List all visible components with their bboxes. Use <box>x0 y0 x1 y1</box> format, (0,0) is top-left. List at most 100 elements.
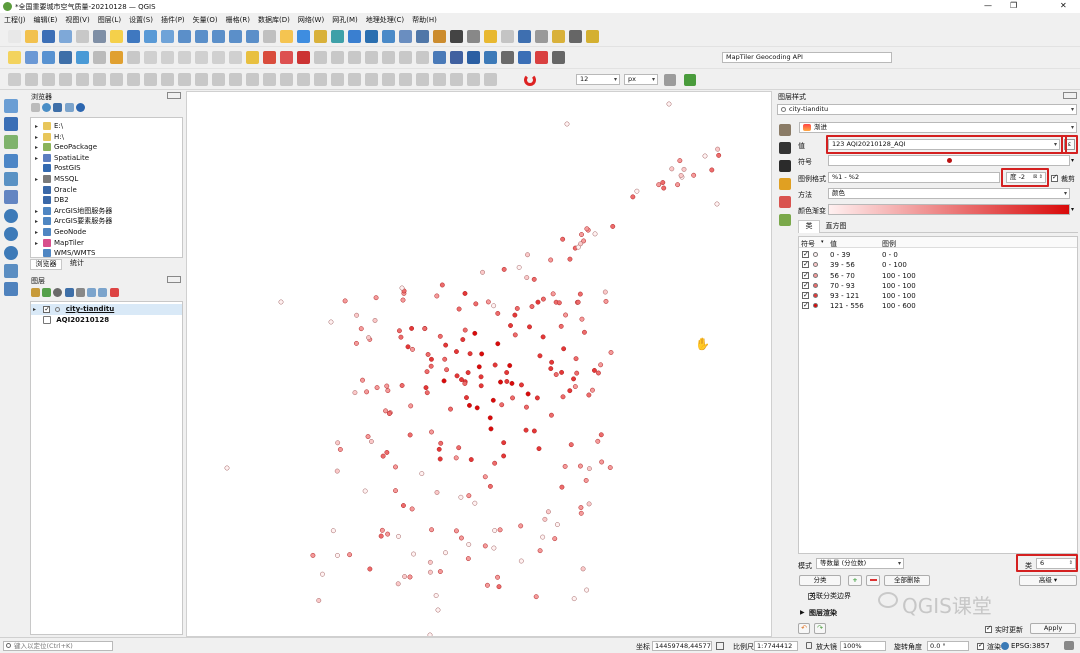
expand-arrow-icon[interactable]: ▸ <box>35 228 43 239</box>
add-arcgis-icon[interactable] <box>4 246 18 260</box>
geocoding-input[interactable]: MapTiler Geocoding API <box>722 52 892 63</box>
tb3-tool-icon[interactable] <box>297 73 310 86</box>
tb2-tool-icon[interactable] <box>8 51 21 64</box>
class-symbol[interactable] <box>813 272 818 278</box>
tb1-tool-icon[interactable] <box>586 30 599 43</box>
class-symbol[interactable] <box>813 303 818 309</box>
tb3-tool-icon[interactable] <box>127 73 140 86</box>
tb3-tool-icon[interactable] <box>382 73 395 86</box>
layer-visibility-checkbox[interactable] <box>43 304 51 314</box>
class-symbol[interactable] <box>813 252 818 257</box>
locator-search[interactable]: 键入以定位(Ctrl+K) <box>3 641 113 651</box>
tb2-tool-icon[interactable] <box>161 51 174 64</box>
browser-item[interactable]: ▸ GeoNode <box>31 227 182 238</box>
browser-item[interactable]: WMS/WMTS <box>31 248 182 259</box>
tb1-tool-icon[interactable] <box>25 30 38 43</box>
crs-label[interactable]: EPSG:3857 <box>1011 642 1050 650</box>
style-manager-icon[interactable] <box>31 288 40 297</box>
add-wcs-icon[interactable] <box>4 264 18 278</box>
menu-item[interactable]: 矢量(O) <box>193 16 218 24</box>
browser-item[interactable]: ▸ ArcGIS地图服务器 <box>31 206 182 217</box>
tb1-tool-icon[interactable] <box>382 30 395 43</box>
magnifier-field[interactable]: 100% <box>840 641 886 651</box>
tb1-tool-icon[interactable] <box>365 30 378 43</box>
tb2-tool-icon[interactable] <box>229 51 242 64</box>
class-checkbox[interactable] <box>802 290 809 300</box>
tb1-tool-icon[interactable] <box>484 30 497 43</box>
restore-button[interactable]: ❐ <box>1010 1 1017 10</box>
tb1-tool-icon[interactable] <box>331 30 344 43</box>
class-symbol[interactable] <box>813 262 818 268</box>
tb1-tool-icon[interactable] <box>416 30 429 43</box>
undo-icon[interactable]: ↶ <box>798 623 810 634</box>
map-canvas[interactable]: ✋ <box>186 91 772 637</box>
tb1-tool-icon[interactable] <box>518 30 531 43</box>
tb2-tool-icon[interactable] <box>76 51 89 64</box>
tb3-tool-icon[interactable] <box>93 73 106 86</box>
label-pin-icon[interactable] <box>684 74 696 86</box>
diagrams-tab-icon[interactable] <box>779 196 791 208</box>
symbol-dropdown-icon[interactable]: ▾ <box>1071 157 1074 164</box>
scale-field[interactable]: 1:7744412 <box>754 641 798 651</box>
menu-item[interactable]: 插件(P) <box>161 16 185 24</box>
class-checkbox[interactable] <box>802 259 809 270</box>
tb2-tool-icon[interactable] <box>195 51 208 64</box>
tb2-tool-icon[interactable] <box>484 51 497 64</box>
column-legend[interactable]: 图例 <box>882 239 896 249</box>
rotation-field[interactable]: 0.0 ° <box>927 641 969 651</box>
browser-item[interactable]: DB2 <box>31 195 182 206</box>
tb2-tool-icon[interactable] <box>399 51 412 64</box>
class-checkbox[interactable] <box>802 280 809 290</box>
class-value[interactable]: 121 - 556 <box>830 301 864 311</box>
tb3-tool-icon[interactable] <box>450 73 463 86</box>
browser-item[interactable]: ▸ MapTiler <box>31 238 182 249</box>
tb3-tool-icon[interactable] <box>25 73 38 86</box>
labels-tab-icon[interactable] <box>779 142 791 154</box>
tb2-tool-icon[interactable] <box>348 51 361 64</box>
class-value[interactable]: 56 - 70 <box>830 271 855 281</box>
expand-arrow-icon[interactable]: ▸ <box>35 175 43 186</box>
remove-class-button[interactable] <box>866 575 880 586</box>
add-virtual-layer-icon[interactable] <box>4 282 18 296</box>
tb2-tool-icon[interactable] <box>365 51 378 64</box>
coord-field[interactable]: 14459748,4457723 <box>652 641 712 651</box>
crs-globe-icon[interactable] <box>1001 642 1009 650</box>
browser-item[interactable]: ▸ H:\ <box>31 132 182 143</box>
menu-item[interactable]: 工程(J) <box>4 16 26 24</box>
tb2-tool-icon[interactable] <box>433 51 446 64</box>
tb3-tool-icon[interactable] <box>263 73 276 86</box>
extents-toggle-icon[interactable] <box>716 642 724 650</box>
tb2-tool-icon[interactable] <box>280 51 293 64</box>
class-legend[interactable]: 0 - 0 <box>882 250 898 260</box>
tb3-tool-icon[interactable] <box>195 73 208 86</box>
menu-item[interactable]: 网孔(M) <box>332 16 358 24</box>
tb1-tool-icon[interactable] <box>552 30 565 43</box>
tb3-tool-icon[interactable] <box>433 73 446 86</box>
tb1-tool-icon[interactable] <box>229 30 242 43</box>
tb2-tool-icon[interactable] <box>212 51 225 64</box>
tb1-tool-icon[interactable] <box>348 30 361 43</box>
tb2-tool-icon[interactable] <box>263 51 276 64</box>
symbology-tab-icon[interactable] <box>779 124 791 136</box>
class-row[interactable]: 93 - 121 100 - 100 <box>799 290 1077 301</box>
add-gps-layer-icon[interactable] <box>4 172 18 186</box>
tb2-tool-icon[interactable] <box>552 51 565 64</box>
trim-checkbox[interactable] <box>1051 173 1058 182</box>
tb3-tool-icon[interactable] <box>365 73 378 86</box>
class-value[interactable]: 39 - 56 <box>830 260 855 270</box>
browser-item[interactable]: PostGIS <box>31 163 182 174</box>
tb2-tool-icon[interactable] <box>42 51 55 64</box>
tb2-tool-icon[interactable] <box>467 51 480 64</box>
expand-all-icon[interactable] <box>87 288 97 297</box>
tb1-tool-icon[interactable] <box>195 30 208 43</box>
magnet-icon[interactable] <box>524 74 536 86</box>
redo-icon[interactable]: ↷ <box>814 623 826 634</box>
tb2-tool-icon[interactable] <box>416 51 429 64</box>
class-symbol[interactable] <box>813 293 818 299</box>
filter-legend-icon[interactable] <box>64 288 74 297</box>
tb2-tool-icon[interactable] <box>127 51 140 64</box>
tb2-tool-icon[interactable] <box>331 51 344 64</box>
lock-scale-icon[interactable] <box>806 642 812 649</box>
tab-classes[interactable]: 类 <box>798 220 820 233</box>
tb2-tool-icon[interactable] <box>25 51 38 64</box>
